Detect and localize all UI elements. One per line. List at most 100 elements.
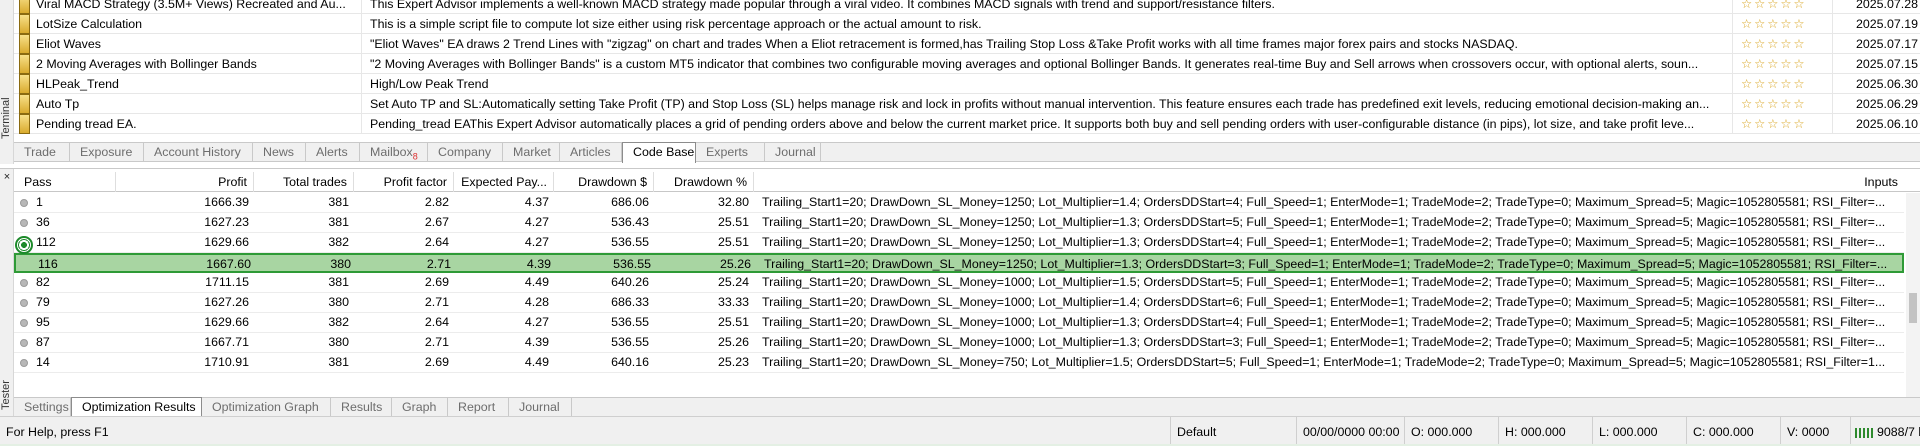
status-close: C: 000.000 [1686,417,1780,446]
tab-graph[interactable]: Graph [392,398,448,417]
cell-ep: 4.28 [524,295,549,309]
codebase-row[interactable]: Eliot Waves "Eliot Waves" EA draws 2 Tren… [14,34,1920,54]
codebase-name[interactable]: Eliot Waves [36,34,366,54]
tab-optimization-results[interactable]: Optimization Results [71,397,202,418]
cell-trades: 381 [328,275,349,289]
col-header-inputs[interactable]: Inputs [754,172,1904,192]
rating-stars-icon[interactable]: ☆☆☆☆☆ [1732,34,1832,54]
tab-exposure[interactable]: Exposure [70,143,144,162]
table-row[interactable]: 79 1627.26 380 2.71 4.28 686.33 33.33 Trailing_… [14,293,1904,313]
script-icon [19,54,30,74]
tab-mailbox[interactable]: Mailbox8 [360,143,428,162]
tab-company[interactable]: Company [428,143,503,162]
tab-results[interactable]: Results [331,398,392,417]
rating-stars-icon[interactable]: ☆☆☆☆☆ [1732,14,1832,34]
table-row[interactable]: 1 1666.39 381 2.82 4.37 686.06 32.80 Trailing_S… [14,193,1904,213]
codebase-row[interactable]: LotSize Calculation This is a simple scri… [14,14,1920,34]
results-scrollbar[interactable] [1906,193,1920,403]
cell-inputs: Trailing_Start1=20; DrawDown_SL_Money=10… [762,295,1886,309]
col-header-expected-payoff[interactable]: Expected Pay... [454,172,554,192]
col-header-drawdown-pct[interactable]: Drawdown % [654,172,754,192]
cell-ep: 4.27 [524,235,549,249]
tab-label: Experts [706,145,749,159]
col-header-profit-factor[interactable]: Profit factor [354,172,454,192]
tab-market[interactable]: Market [503,143,560,162]
tab-news[interactable]: News [253,143,306,162]
codebase-description: "Eliot Waves" EA draws 2 Trend Lines wit… [361,34,1732,54]
table-row[interactable]: 112 1629.66 382 2.64 4.27 536.55 25.51 Trailing… [14,233,1904,253]
tab-experts[interactable]: Experts [696,143,765,162]
scrollbar-thumb[interactable] [1909,293,1917,323]
cell-inputs: Trailing_Start1=20; DrawDown_SL_Money=10… [762,315,1886,329]
tab-label: Alerts [316,145,348,159]
rating-stars-icon[interactable]: ☆☆☆☆☆ [1732,74,1832,94]
tab-label: Results [341,400,383,414]
target-icon [15,236,33,254]
table-row-selected[interactable]: 116 1667.60 380 2.71 4.39 536.55 25.26 Trailing… [14,253,1904,273]
rating-stars-icon[interactable]: ☆☆☆☆☆ [1732,94,1832,114]
codebase-row[interactable]: 2 Moving Averages with Bollinger Bands "2… [14,54,1920,74]
table-row[interactable]: 87 1667.71 380 2.71 4.39 536.55 25.26 Trailing_… [14,333,1904,353]
codebase-row[interactable]: Viral MACD Strategy (3.5M+ Views) Recrea… [14,0,1920,14]
table-row[interactable]: 14 1710.91 381 2.69 4.49 640.16 25.23 Trailing_… [14,353,1904,373]
cell-trades: 380 [328,295,349,309]
pass-status-dot [20,279,28,287]
tab-account-history[interactable]: Account History [144,143,253,162]
codebase-row[interactable]: Pending tread EA. Pending_tread EAThis Ex… [14,114,1920,134]
cell-ddp: 25.26 [717,335,749,349]
col-header-profit[interactable]: Profit [116,172,254,192]
tab-report[interactable]: Report [448,398,509,417]
tab-journal[interactable]: Journal [765,143,821,162]
table-row[interactable]: 95 1629.66 382 2.64 4.27 536.55 25.51 Trailing_… [14,313,1904,333]
cell-ep: 4.27 [524,315,549,329]
codebase-name[interactable]: Viral MACD Strategy (3.5M+ Views) Recrea… [36,0,366,14]
tab-label: Company [438,145,492,159]
tab-optimization-graph[interactable]: Optimization Graph [202,398,331,417]
tab-alerts[interactable]: Alerts [306,143,360,162]
codebase-name[interactable]: HLPeak_Trend [36,74,366,94]
pass-status-dot [20,339,28,347]
tab-trade[interactable]: Trade [14,143,70,162]
cell-pf: 2.71 [426,257,451,271]
col-header-total-trades[interactable]: Total trades [254,172,354,192]
cell-dd: 536.55 [611,335,649,349]
cell-ep: 4.39 [524,335,549,349]
codebase-date: 2025.07.19 [1832,14,1918,34]
status-profile[interactable]: Default [1170,417,1296,446]
codebase-name[interactable]: Pending tread EA. [36,114,366,134]
codebase-name[interactable]: LotSize Calculation [36,14,366,34]
codebase-row[interactable]: HLPeak_Trend High/Low Peak Trend ☆☆☆☆☆ 2025… [14,74,1920,94]
close-icon[interactable]: × [2,172,12,183]
tab-articles[interactable]: Articles [560,143,622,162]
tab-code-base[interactable]: Code Base [622,142,696,163]
cell-ddp: 25.51 [717,315,749,329]
codebase-row[interactable]: Auto Tp Set Auto TP and SL:Automatically … [14,94,1920,114]
cell-profit: 1710.91 [204,355,249,369]
tab-journal[interactable]: Journal [509,398,572,417]
rating-stars-icon[interactable]: ☆☆☆☆☆ [1732,54,1832,74]
col-header-drawdown-usd[interactable]: Drawdown $ [554,172,654,192]
rating-stars-icon[interactable]: ☆☆☆☆☆ [1732,114,1832,134]
codebase-description: Pending_tread EAThis Expert Advisor auto… [361,114,1732,134]
rating-stars-icon[interactable]: ☆☆☆☆☆ [1732,0,1832,14]
cell-ddp: 32.80 [717,195,749,209]
codebase-name[interactable]: Auto Tp [36,94,366,114]
tab-settings[interactable]: Settings [14,398,71,417]
status-traffic: 9088/7 kb [1850,417,1920,446]
cell-pass: 112 [36,235,56,249]
tester-tabbar: Settings Optimization Results Optimization… [14,397,1920,418]
cell-profit: 1667.60 [206,257,251,271]
cell-profit: 1627.23 [204,215,249,229]
col-header-pass[interactable]: Pass [18,172,116,192]
codebase-name[interactable]: 2 Moving Averages with Bollinger Bands [36,54,366,74]
codebase-description: This is a simple script file to compute … [361,14,1732,34]
cell-dd: 640.16 [611,355,649,369]
table-row[interactable]: 82 1711.15 381 2.69 4.49 640.26 25.24 Trailing_… [14,273,1904,293]
cell-pf: 2.71 [424,295,449,309]
cell-pf: 2.69 [424,275,449,289]
table-row[interactable]: 36 1627.23 381 2.67 4.27 536.43 25.51 Trailing_… [14,213,1904,233]
script-icon [19,94,30,114]
cell-pass: 87 [36,335,50,349]
tab-label: News [263,145,294,159]
cell-ddp: 25.23 [717,355,749,369]
